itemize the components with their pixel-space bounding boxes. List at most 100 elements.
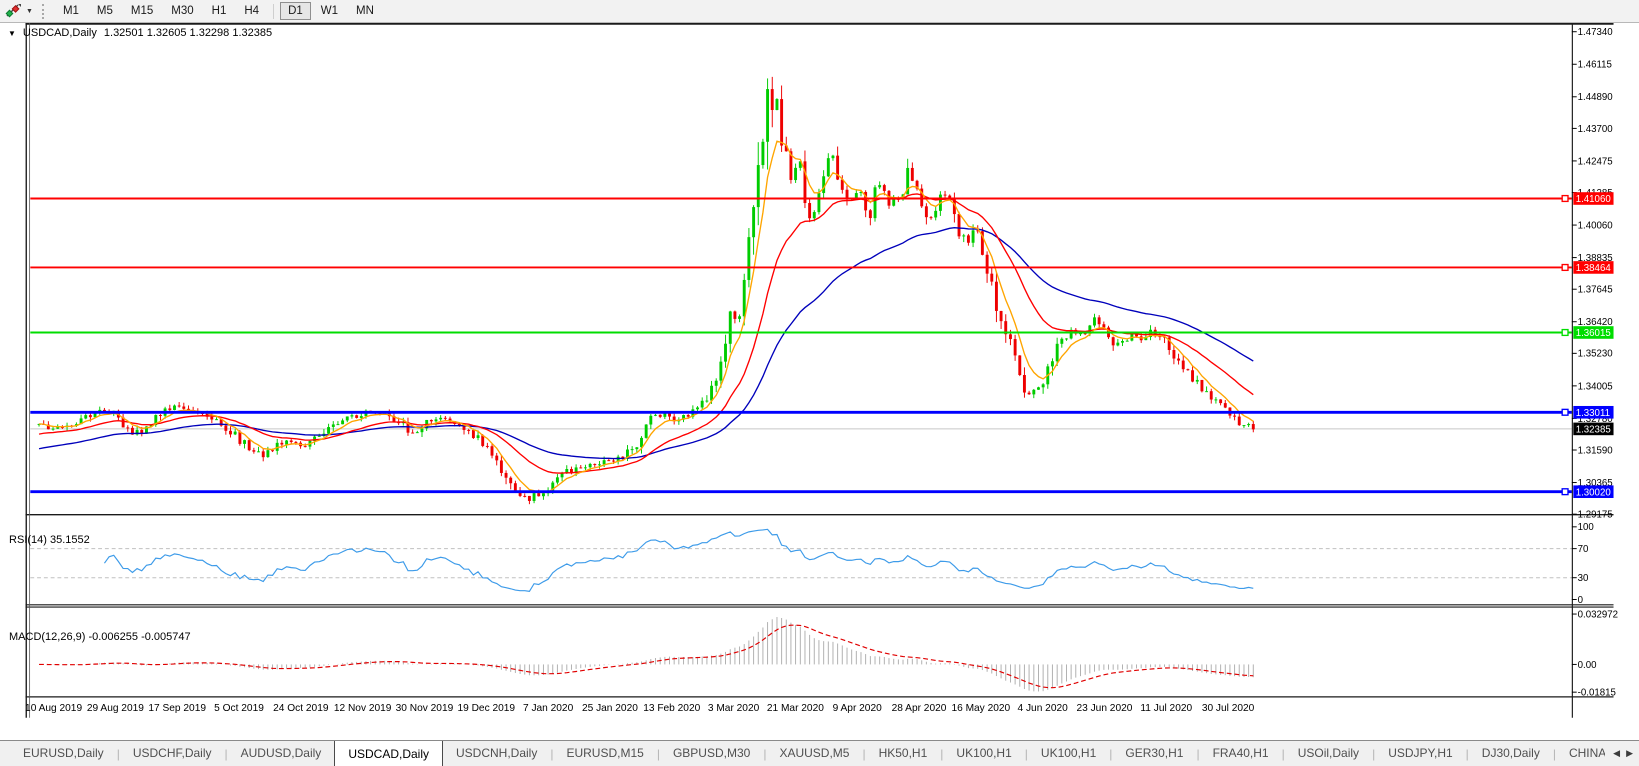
tab-scroll-left-icon[interactable]: ◀: [1613, 748, 1620, 759]
line-handle[interactable]: [1561, 488, 1569, 496]
timeframe-button-m15[interactable]: M15: [123, 2, 161, 20]
chart-title: ▼ USDCAD,Daily 1.32501 1.32605 1.32298 1.3…: [8, 27, 272, 39]
macd-indicator-label: MACD(12,26,9) -0.006255 -0.005747: [9, 631, 191, 643]
svg-text:100: 100: [1578, 522, 1594, 533]
svg-text:19 Dec 2019: 19 Dec 2019: [457, 703, 515, 714]
tab-hk50-h1[interactable]: HK50,H1: [866, 741, 941, 766]
svg-text:1.43700: 1.43700: [1578, 124, 1613, 135]
indicators-chart-icon: [5, 4, 21, 18]
svg-text:28 Apr 2020: 28 Apr 2020: [892, 703, 947, 714]
svg-text:30 Nov 2019: 30 Nov 2019: [396, 703, 454, 714]
tab-xauusd-m5[interactable]: XAUUSD,M5: [766, 741, 862, 766]
timeframe-button-m30[interactable]: M30: [163, 2, 201, 20]
indicators-chart-icon-button[interactable]: ▼: [2, 1, 36, 21]
svg-text:23 Jun 2020: 23 Jun 2020: [1076, 703, 1132, 714]
toolbar: ▼ M1 M5 M15 M30 H1 H4 D1 W1 MN: [0, 0, 1639, 23]
svg-text:3 Mar 2020: 3 Mar 2020: [708, 703, 760, 714]
symbol-dropdown-caret-icon[interactable]: ▼: [8, 29, 16, 38]
timeframe-button-h4[interactable]: H4: [236, 2, 267, 20]
tab-usdcnh-daily[interactable]: USDCNH,Daily: [443, 741, 550, 766]
svg-text:1.36015: 1.36015: [1576, 328, 1611, 339]
timeframe-button-w1[interactable]: W1: [313, 2, 346, 20]
tab-fra40-h1[interactable]: FRA40,H1: [1200, 741, 1282, 766]
tab-eurusd-daily[interactable]: EURUSD,Daily: [10, 741, 117, 766]
chart-symbol-period: USDCAD,Daily: [22, 27, 97, 39]
svg-text:1.40060: 1.40060: [1578, 220, 1613, 231]
svg-text:1.29175: 1.29175: [1578, 510, 1613, 521]
tab-usoil-daily[interactable]: USOil,Daily: [1285, 741, 1372, 766]
candles-layer: [37, 76, 1255, 505]
svg-text:1.34005: 1.34005: [1578, 381, 1613, 392]
trading-terminal: { "toolbar": { "chart_type_icon": "indic…: [0, 0, 1639, 766]
svg-text:1.47340: 1.47340: [1578, 27, 1613, 38]
rsi-panel: [30, 528, 1572, 592]
tab-audusd-daily[interactable]: AUDUSD,Daily: [228, 741, 335, 766]
rsi-line: [103, 528, 1254, 592]
svg-text:4 Jun 2020: 4 Jun 2020: [1018, 703, 1069, 714]
svg-text:29 Aug 2019: 29 Aug 2019: [87, 703, 144, 714]
svg-text:1.31590: 1.31590: [1578, 445, 1613, 456]
tab-usdcad-daily[interactable]: USDCAD,Daily: [334, 741, 443, 766]
svg-text:1.35230: 1.35230: [1578, 349, 1613, 360]
svg-text:13 Feb 2020: 13 Feb 2020: [643, 703, 700, 714]
timeframe-button-mn[interactable]: MN: [348, 2, 382, 20]
svg-text:1.33011: 1.33011: [1576, 408, 1610, 419]
svg-text:11 Jul 2020: 11 Jul 2020: [1140, 703, 1192, 714]
chart-tabs: EURUSD,Daily | USDCHF,Daily | AUDUSD,Daily US…: [0, 741, 1639, 766]
fast-ma: [39, 140, 1254, 494]
tab-uk100-h1[interactable]: UK100,H1: [1028, 741, 1109, 766]
svg-text:1.42475: 1.42475: [1578, 156, 1613, 167]
svg-text:1.38464: 1.38464: [1576, 263, 1612, 274]
svg-text:1.44890: 1.44890: [1578, 92, 1613, 103]
chart-window[interactable]: 1.473401.461151.448901.437001.424751.412…: [0, 23, 1639, 740]
svg-text:30 Jul 2020: 30 Jul 2020: [1202, 703, 1255, 714]
moving-averages-layer: [38, 140, 1254, 494]
svg-text:21 Mar 2020: 21 Mar 2020: [767, 703, 824, 714]
svg-text:70: 70: [1578, 544, 1589, 555]
tab-usdjpy-h1[interactable]: USDJPY,H1: [1375, 741, 1465, 766]
svg-text:10 Aug 2019: 10 Aug 2019: [25, 703, 82, 714]
line-handle[interactable]: [1561, 194, 1569, 203]
slow-ma: [38, 227, 1254, 460]
tab-eurusd-m15[interactable]: EURUSD,M15: [553, 741, 656, 766]
timeframe-button-d1[interactable]: D1: [280, 2, 311, 20]
line-handle[interactable]: [1561, 263, 1569, 272]
tab-uk100-h1[interactable]: UK100,H1: [943, 741, 1024, 766]
timeframe-button-m5[interactable]: M5: [89, 2, 121, 20]
svg-text:0.032972: 0.032972: [1578, 609, 1618, 620]
svg-text:0.00: 0.00: [1578, 660, 1597, 671]
time-axis[interactable]: 10 Aug 2019 29 Aug 2019 17 Sep 2019 5 Oct 2…: [25, 703, 1255, 714]
timeframe-button-h1[interactable]: H1: [204, 2, 235, 20]
svg-text:17 Sep 2019: 17 Sep 2019: [148, 703, 206, 714]
svg-text:30: 30: [1578, 573, 1589, 584]
timeframe-buttons: M1 M5 M15 M30 H1 H4 D1 W1 MN: [54, 2, 383, 20]
tab-scroll-right-icon[interactable]: ▶: [1626, 748, 1633, 759]
svg-text:16 May 2020: 16 May 2020: [951, 703, 1010, 714]
svg-text:5 Oct 2019: 5 Oct 2019: [214, 703, 264, 714]
svg-text:1.41060: 1.41060: [1576, 194, 1611, 205]
svg-text:1.32385: 1.32385: [1576, 425, 1611, 436]
price-axis[interactable]: 1.473401.461151.448901.437001.424751.412…: [1571, 27, 1618, 699]
chart-tab-bar: EURUSD,Daily | USDCHF,Daily | AUDUSD,Daily US…: [0, 740, 1639, 766]
svg-text:1.46115: 1.46115: [1578, 60, 1612, 71]
svg-text:25 Jan 2020: 25 Jan 2020: [582, 703, 638, 714]
svg-text:7 Jan 2020: 7 Jan 2020: [523, 703, 574, 714]
tab-usdchf-daily[interactable]: USDCHF,Daily: [120, 741, 225, 766]
price-chart-canvas[interactable]: 1.473401.461151.448901.437001.424751.412…: [0, 23, 1639, 740]
toolbar-grip: [41, 3, 47, 19]
svg-text:24 Oct 2019: 24 Oct 2019: [273, 703, 329, 714]
chart-type-caret-icon[interactable]: ▼: [26, 8, 33, 15]
tab-gbpusd-m30[interactable]: GBPUSD,M30: [660, 741, 763, 766]
timeframe-button-m1[interactable]: M1: [55, 2, 87, 20]
svg-text:9 Apr 2020: 9 Apr 2020: [833, 703, 882, 714]
line-handle[interactable]: [1561, 328, 1569, 337]
line-handle[interactable]: [1561, 408, 1569, 416]
svg-text:1.30020: 1.30020: [1576, 487, 1611, 498]
svg-text:1.37645: 1.37645: [1578, 285, 1613, 296]
tab-dj30-daily[interactable]: DJ30,Daily: [1469, 741, 1553, 766]
rsi-indicator-label: RSI(14) 35.1552: [9, 534, 90, 546]
macd-panel: [39, 617, 1254, 692]
tab-scroll-controls: ◀ ▶: [1605, 741, 1639, 766]
tab-ger30-h1[interactable]: GER30,H1: [1112, 741, 1196, 766]
toolbar-separator: [273, 3, 275, 19]
